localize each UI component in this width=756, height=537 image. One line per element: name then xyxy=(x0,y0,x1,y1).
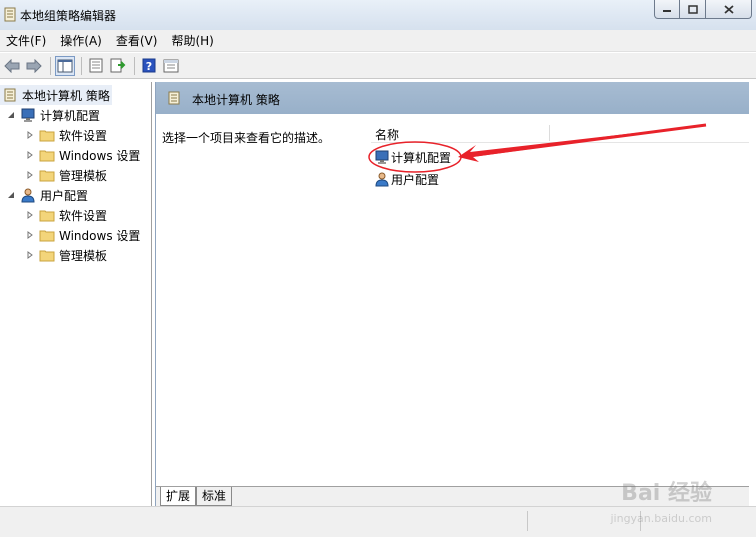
toolbar-separator xyxy=(134,56,135,75)
show-hide-tree-button[interactable] xyxy=(55,55,75,76)
export-list-button[interactable] xyxy=(108,56,128,76)
extended-view-icon xyxy=(163,59,179,72)
window-title: 本地组策略编辑器 xyxy=(20,9,117,23)
tree-item-label: 软件设置 xyxy=(59,128,108,143)
watermark-logo: Bai 经验 xyxy=(621,481,712,506)
svg-text:?: ? xyxy=(146,60,152,73)
tree-item-computer-config[interactable]: 计算机配置 xyxy=(6,105,100,125)
tree-item-label: 计算机配置 xyxy=(40,108,101,123)
menu-file[interactable]: 文件(F) xyxy=(0,30,53,52)
expand-arrow-icon[interactable] xyxy=(25,130,35,140)
watermark-url: jingyan.baidu.com xyxy=(610,512,712,525)
help-icon: ? xyxy=(142,58,156,73)
properties-button[interactable] xyxy=(86,56,106,76)
folder-icon xyxy=(39,130,55,142)
export-list-icon xyxy=(110,58,126,73)
description-text: 选择一个项目来查看它的描述。 xyxy=(162,131,331,145)
folder-icon xyxy=(39,210,55,222)
navigation-tree: 本地计算机 策略 计算机配置 软件设置 Windows 设置 管理模板 用户配置… xyxy=(0,82,152,506)
expand-arrow-icon[interactable] xyxy=(25,150,35,160)
extended-view-button[interactable] xyxy=(161,56,181,76)
computer-icon xyxy=(21,108,35,122)
expand-arrow-icon[interactable] xyxy=(25,250,35,260)
properties-icon xyxy=(89,58,103,73)
tree-item-label: 管理模板 xyxy=(59,248,108,263)
toolbar: ? xyxy=(0,53,756,79)
folder-icon xyxy=(39,230,55,242)
tree-item-label: 软件设置 xyxy=(59,208,108,223)
close-button[interactable] xyxy=(706,0,752,19)
tree-item-label: 本地计算机 策略 xyxy=(22,88,110,103)
folder-icon xyxy=(39,170,55,182)
list-item-user-config[interactable]: 用户配置 xyxy=(374,170,439,188)
collapse-arrow-icon[interactable] xyxy=(6,110,16,120)
back-icon xyxy=(4,58,20,73)
toolbar-separator xyxy=(81,56,82,75)
forward-button[interactable] xyxy=(24,56,44,76)
tab-standard[interactable]: 标准 xyxy=(196,487,233,506)
minimize-icon xyxy=(663,10,671,12)
user-icon xyxy=(21,188,35,203)
folder-icon xyxy=(39,250,55,262)
title-bar: 本地组策略编辑器 xyxy=(0,0,756,30)
toolbar-separator xyxy=(50,56,51,75)
collapse-arrow-icon[interactable] xyxy=(6,190,16,200)
column-separator[interactable] xyxy=(549,125,550,141)
menu-view[interactable]: 查看(V) xyxy=(109,30,165,52)
list-item-label: 用户配置 xyxy=(391,172,440,187)
tree-item-label: 管理模板 xyxy=(59,168,108,183)
back-button[interactable] xyxy=(2,56,22,76)
tree-item-windows-settings[interactable]: Windows 设置 xyxy=(25,225,140,245)
user-icon xyxy=(375,172,389,187)
list-item-computer-config[interactable]: 计算机配置 xyxy=(374,148,451,166)
panel-title: 本地计算机 策略 xyxy=(192,93,280,107)
tree-item-windows-settings[interactable]: Windows 设置 xyxy=(25,145,140,165)
tree-item-admin-templates[interactable]: 管理模板 xyxy=(25,165,107,185)
tree-item-user-config[interactable]: 用户配置 xyxy=(6,185,88,205)
menu-help[interactable]: 帮助(H) xyxy=(164,30,220,52)
tree-item-label: Windows 设置 xyxy=(59,148,141,163)
folder-icon xyxy=(39,150,55,162)
policy-scroll-icon xyxy=(4,88,16,102)
tree-item-admin-templates[interactable]: 管理模板 xyxy=(25,245,107,265)
policy-scroll-icon xyxy=(4,7,16,22)
list-header: 名称 xyxy=(371,123,749,143)
show-hide-tree-icon xyxy=(57,59,73,72)
menu-bar: 文件(F) 操作(A) 查看(V) 帮助(H) xyxy=(0,30,756,52)
details-pane: 本地计算机 策略 选择一个项目来查看它的描述。 名称 计算机配置 用户配置 扩展… xyxy=(155,82,749,506)
expand-arrow-icon[interactable] xyxy=(25,230,35,240)
tree-item-label: Windows 设置 xyxy=(59,228,141,243)
close-icon xyxy=(723,4,734,14)
tree-item-software-settings[interactable]: 软件设置 xyxy=(25,125,107,145)
forward-icon xyxy=(26,58,42,73)
help-button[interactable]: ? xyxy=(139,56,159,76)
maximize-icon xyxy=(687,4,698,14)
status-separator xyxy=(527,511,528,531)
tree-item-software-settings[interactable]: 软件设置 xyxy=(25,205,107,225)
tab-extended[interactable]: 扩展 xyxy=(160,487,197,506)
list-item-label: 计算机配置 xyxy=(391,150,452,165)
expand-arrow-icon[interactable] xyxy=(25,210,35,220)
computer-icon xyxy=(375,150,389,164)
menu-action[interactable]: 操作(A) xyxy=(53,30,109,52)
tree-item-label: 用户配置 xyxy=(40,188,89,203)
column-header-name[interactable]: 名称 xyxy=(375,126,399,143)
tree-item-root[interactable]: 本地计算机 策略 xyxy=(0,85,112,105)
maximize-button[interactable] xyxy=(680,0,706,19)
minimize-button[interactable] xyxy=(654,0,680,19)
expand-arrow-icon[interactable] xyxy=(25,170,35,180)
panel-header: 本地计算机 策略 xyxy=(156,82,749,114)
policy-scroll-icon xyxy=(168,91,180,105)
